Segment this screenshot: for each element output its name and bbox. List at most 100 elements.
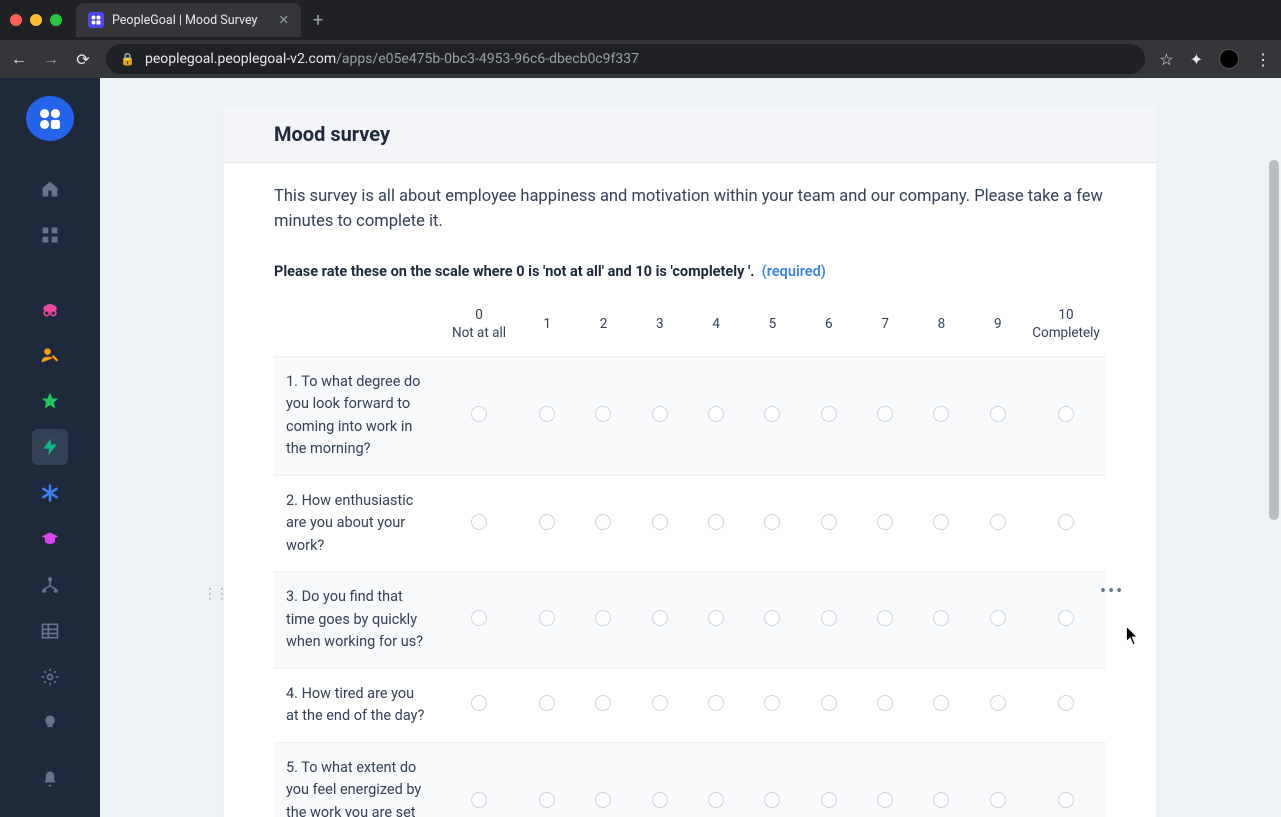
- scrollbar-thumb[interactable]: [1269, 160, 1279, 520]
- sidebar-item-table[interactable]: [32, 613, 68, 649]
- survey-radio[interactable]: [764, 514, 780, 530]
- survey-radio[interactable]: [708, 406, 724, 422]
- survey-option-cell: [744, 356, 800, 475]
- sidebar-item-incognito[interactable]: [32, 291, 68, 327]
- profile-avatar[interactable]: [1219, 49, 1239, 69]
- survey-radio[interactable]: [764, 610, 780, 626]
- survey-radio[interactable]: [539, 406, 555, 422]
- drag-handle-icon[interactable]: ⋮⋮: [203, 586, 227, 602]
- survey-radio[interactable]: [1058, 406, 1074, 422]
- sidebar-item-gear[interactable]: [32, 659, 68, 695]
- window-minimize-button[interactable]: [30, 14, 42, 26]
- survey-radio[interactable]: [471, 695, 487, 711]
- lock-icon: 🔒: [120, 52, 135, 66]
- nav-forward-button[interactable]: →: [42, 49, 60, 69]
- survey-radio[interactable]: [877, 406, 893, 422]
- survey-radio[interactable]: [652, 792, 668, 808]
- sidebar-item-lightbulb[interactable]: [32, 705, 68, 741]
- survey-radio[interactable]: [708, 695, 724, 711]
- scrollbar[interactable]: [1267, 78, 1281, 817]
- survey-question-row: 1. To what degree do you look forward to…: [274, 356, 1106, 475]
- address-bar[interactable]: 🔒 peoplegoal.peoplegoal-v2.com/apps/e05e…: [106, 44, 1145, 74]
- survey-radio[interactable]: [1058, 792, 1074, 808]
- survey-radio[interactable]: [877, 514, 893, 530]
- survey-radio[interactable]: [595, 610, 611, 626]
- survey-radio[interactable]: [821, 695, 837, 711]
- survey-radio[interactable]: [933, 695, 949, 711]
- survey-option-cell: [913, 475, 969, 571]
- survey-radio[interactable]: [652, 610, 668, 626]
- survey-radio[interactable]: [821, 610, 837, 626]
- survey-radio[interactable]: [471, 406, 487, 422]
- sidebar-item-bolt[interactable]: [32, 429, 68, 465]
- survey-radio[interactable]: [471, 792, 487, 808]
- bookmark-star-icon[interactable]: ☆: [1159, 50, 1173, 69]
- survey-radio[interactable]: [708, 792, 724, 808]
- survey-radio[interactable]: [990, 792, 1006, 808]
- survey-radio[interactable]: [821, 406, 837, 422]
- sidebar-item-user-edit[interactable]: [32, 337, 68, 373]
- survey-radio[interactable]: [708, 610, 724, 626]
- browser-menu-icon[interactable]: ⋮: [1255, 50, 1271, 69]
- incognito-icon: [40, 299, 60, 319]
- survey-radio[interactable]: [933, 792, 949, 808]
- survey-radio[interactable]: [539, 792, 555, 808]
- browser-tab[interactable]: PeopleGoal | Mood Survey ✕: [76, 3, 301, 37]
- survey-radio[interactable]: [990, 406, 1006, 422]
- survey-radio[interactable]: [877, 610, 893, 626]
- sidebar-item-hierarchy[interactable]: [32, 567, 68, 603]
- bell-icon: [40, 769, 60, 789]
- nav-reload-button[interactable]: ⟳: [74, 50, 92, 69]
- sidebar-item-bell[interactable]: [32, 761, 68, 797]
- bolt-icon: [40, 437, 60, 457]
- survey-radio[interactable]: [652, 695, 668, 711]
- survey-option-cell: [519, 356, 575, 475]
- survey-option-cell: [744, 742, 800, 817]
- survey-radio[interactable]: [595, 406, 611, 422]
- survey-radio[interactable]: [933, 514, 949, 530]
- row-more-menu-icon[interactable]: •••: [1100, 581, 1124, 602]
- sidebar-item-home[interactable]: [32, 171, 68, 207]
- survey-radio[interactable]: [933, 406, 949, 422]
- survey-radio[interactable]: [471, 610, 487, 626]
- survey-radio[interactable]: [539, 610, 555, 626]
- sidebar-item-asterisk[interactable]: [32, 475, 68, 511]
- survey-radio[interactable]: [1058, 610, 1074, 626]
- survey-radio[interactable]: [764, 406, 780, 422]
- survey-radio[interactable]: [539, 514, 555, 530]
- new-tab-button[interactable]: +: [301, 10, 335, 31]
- window-maximize-button[interactable]: [50, 14, 62, 26]
- survey-radio[interactable]: [652, 514, 668, 530]
- survey-radio[interactable]: [595, 792, 611, 808]
- survey-radio[interactable]: [595, 695, 611, 711]
- survey-column-header: 1: [519, 298, 575, 357]
- survey-radio[interactable]: [821, 792, 837, 808]
- survey-radio[interactable]: [990, 610, 1006, 626]
- survey-radio[interactable]: [539, 695, 555, 711]
- survey-radio[interactable]: [595, 514, 611, 530]
- survey-radio[interactable]: [764, 792, 780, 808]
- survey-radio[interactable]: [933, 610, 949, 626]
- survey-table: 0Not at all12345678910Completely 1. To w…: [274, 298, 1106, 817]
- extensions-icon[interactable]: ✦: [1190, 50, 1203, 69]
- app-logo[interactable]: [26, 96, 74, 141]
- survey-radio[interactable]: [764, 695, 780, 711]
- survey-radio[interactable]: [652, 406, 668, 422]
- window-close-button[interactable]: [10, 14, 22, 26]
- nav-back-button[interactable]: ←: [10, 49, 28, 69]
- tab-close-icon[interactable]: ✕: [279, 12, 289, 28]
- survey-radio[interactable]: [708, 514, 724, 530]
- survey-radio[interactable]: [1058, 514, 1074, 530]
- sidebar-item-dashboard[interactable]: [32, 217, 68, 253]
- sidebar-item-star[interactable]: [32, 383, 68, 419]
- survey-radio[interactable]: [990, 695, 1006, 711]
- survey-radio[interactable]: [1058, 695, 1074, 711]
- survey-option-cell: [575, 668, 631, 742]
- survey-radio[interactable]: [877, 695, 893, 711]
- survey-question-text: 1. To what degree do you look forward to…: [274, 356, 439, 475]
- sidebar-item-graduation[interactable]: [32, 521, 68, 557]
- survey-radio[interactable]: [877, 792, 893, 808]
- survey-radio[interactable]: [990, 514, 1006, 530]
- survey-radio[interactable]: [821, 514, 837, 530]
- survey-radio[interactable]: [471, 514, 487, 530]
